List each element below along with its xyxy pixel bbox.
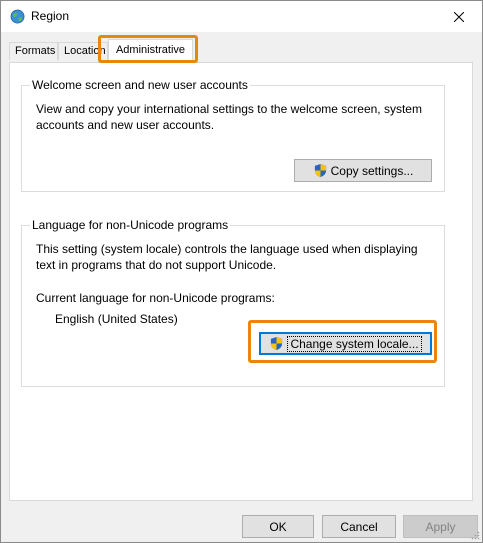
- tab-location[interactable]: Location: [58, 42, 108, 60]
- ok-button[interactable]: OK: [242, 515, 314, 538]
- globe-icon: [10, 9, 25, 24]
- welcome-screen-group: Welcome screen and new user accounts Vie…: [21, 78, 445, 192]
- tab-formats[interactable]: Formats: [9, 42, 58, 60]
- uac-shield-icon: [271, 336, 283, 351]
- change-system-locale-label: Change system locale...: [287, 335, 422, 352]
- welcome-description-line2: accounts and new user accounts.: [36, 118, 215, 132]
- language-group-title: Language for non-Unicode programs: [30, 218, 231, 232]
- close-icon: [454, 11, 464, 22]
- close-button[interactable]: [436, 1, 482, 32]
- administrative-panel: Welcome screen and new user accounts Vie…: [9, 62, 473, 501]
- tab-strip: Formats Location Administrative: [1, 32, 482, 62]
- change-system-locale-button[interactable]: Change system locale...: [259, 332, 432, 355]
- language-description-line1: This setting (system locale) controls th…: [36, 242, 418, 256]
- title-bar: Region: [1, 1, 482, 32]
- non-unicode-language-group: Language for non-Unicode programs This s…: [21, 218, 445, 387]
- copy-settings-label: Copy settings...: [330, 163, 414, 178]
- uac-shield-icon: [314, 163, 326, 178]
- welcome-description-line1: View and copy your international setting…: [36, 102, 422, 116]
- tab-administrative[interactable]: Administrative: [108, 39, 193, 62]
- language-description-line2: text in programs that do not support Uni…: [36, 258, 277, 272]
- current-language-value: English (United States): [55, 312, 178, 326]
- current-language-label: Current language for non-Unicode program…: [36, 291, 275, 305]
- welcome-group-title: Welcome screen and new user accounts: [30, 78, 250, 92]
- region-dialog: Region Formats Location Administrative W…: [0, 0, 483, 543]
- cancel-button[interactable]: Cancel: [322, 515, 396, 538]
- apply-button[interactable]: Apply: [403, 515, 478, 538]
- resize-grip-icon[interactable]: [470, 530, 480, 540]
- window-title: Region: [31, 9, 70, 23]
- copy-settings-button[interactable]: Copy settings...: [294, 159, 432, 182]
